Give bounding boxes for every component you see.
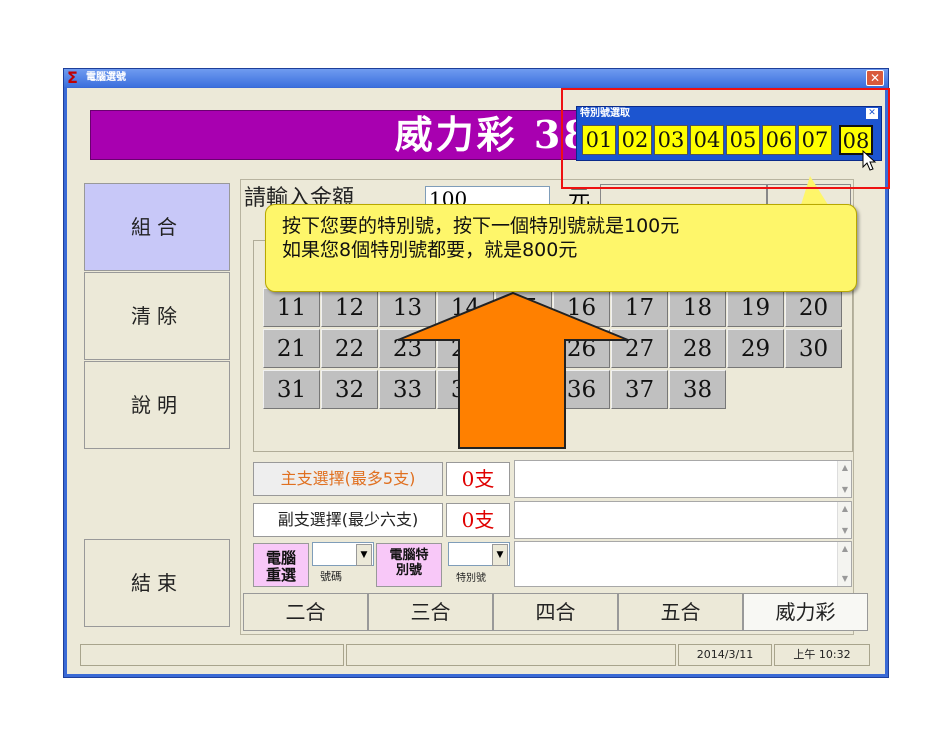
special-label: 特別號: [456, 573, 486, 584]
number-cell[interactable]: 21: [263, 329, 320, 368]
sigma-app-icon: Σ: [67, 68, 78, 87]
number-cell[interactable]: 30: [785, 329, 842, 368]
main-count: 0支: [446, 462, 510, 496]
status-time: 上午 10:32: [774, 644, 870, 666]
number-cell[interactable]: 28: [669, 329, 726, 368]
sub-selection-label[interactable]: 副支選擇(最少六支): [253, 503, 443, 537]
sub-count: 0支: [446, 503, 510, 537]
special-number-button[interactable]: 01: [582, 125, 616, 155]
sub-selection-box[interactable]: ▲ ▼: [514, 501, 852, 539]
tab-powerball[interactable]: 威力彩: [743, 593, 868, 631]
exit-button[interactable]: 結束: [84, 539, 230, 627]
special-number-button[interactable]: 06: [762, 125, 796, 155]
scrollbar[interactable]: ▲ ▼: [837, 502, 851, 538]
special-number-button[interactable]: 02: [618, 125, 652, 155]
tooltip-line-2: 如果您8個特別號都要，就是800元: [282, 239, 578, 261]
clear-button[interactable]: 清除: [84, 272, 230, 360]
result-box[interactable]: ▲ ▼: [514, 541, 852, 587]
number-cell[interactable]: 18: [669, 288, 726, 327]
special-number-button[interactable]: 04: [690, 125, 724, 155]
scrollbar[interactable]: ▲ ▼: [837, 461, 851, 497]
number-cell[interactable]: 12: [321, 288, 378, 327]
tab-five[interactable]: 五合: [618, 593, 743, 631]
reselect-button[interactable]: 電腦 重選: [253, 543, 309, 587]
special-number-button[interactable]: 07: [798, 125, 832, 155]
mouse-cursor-icon: [862, 150, 877, 171]
main-selection-label[interactable]: 主支選擇(最多5支): [253, 462, 443, 496]
window-close-button[interactable]: ✕: [866, 70, 884, 86]
chevron-down-icon: ▼: [356, 544, 372, 566]
number-cell[interactable]: 32: [321, 370, 378, 409]
status-date: 2014/3/11: [678, 644, 772, 666]
chevron-down-icon: ▼: [492, 544, 508, 566]
tooltip-line-1: 按下您要的特別號，按下一個特別號就是100元: [282, 215, 680, 237]
combine-button[interactable]: 組合: [84, 183, 230, 271]
number-dropdown[interactable]: ▼: [312, 542, 374, 566]
popup-close-icon[interactable]: ✕: [866, 108, 878, 119]
main-selection-box[interactable]: ▲ ▼: [514, 460, 852, 498]
special-dropdown[interactable]: ▼: [448, 542, 510, 566]
scrollbar[interactable]: ▲ ▼: [837, 542, 851, 586]
computer-special-button[interactable]: 電腦特 別號: [376, 543, 442, 587]
tab-four[interactable]: 四合: [493, 593, 618, 631]
special-number-button[interactable]: 03: [654, 125, 688, 155]
number-cell[interactable]: 20: [785, 288, 842, 327]
number-cell[interactable]: 29: [727, 329, 784, 368]
window-title: 電腦選號: [86, 72, 126, 83]
number-cell[interactable]: 31: [263, 370, 320, 409]
title-bar[interactable]: [64, 69, 888, 87]
tooltip-text: 按下您要的特別號，按下一個特別號就是100元 如果您8個特別號都要，就是800元: [282, 214, 842, 262]
number-cell[interactable]: 38: [669, 370, 726, 409]
tab-two[interactable]: 二合: [243, 593, 368, 631]
status-pane-2: [346, 644, 676, 666]
special-number-button[interactable]: 05: [726, 125, 760, 155]
status-pane-1: [80, 644, 344, 666]
tab-three[interactable]: 三合: [368, 593, 493, 631]
help-button[interactable]: 說明: [84, 361, 230, 449]
number-cell[interactable]: 19: [727, 288, 784, 327]
up-arrow-annotation: [397, 291, 629, 449]
number-label: 號碼: [320, 570, 342, 583]
popup-title: 特別號選取: [580, 108, 630, 119]
number-cell[interactable]: 11: [263, 288, 320, 327]
number-cell[interactable]: 22: [321, 329, 378, 368]
